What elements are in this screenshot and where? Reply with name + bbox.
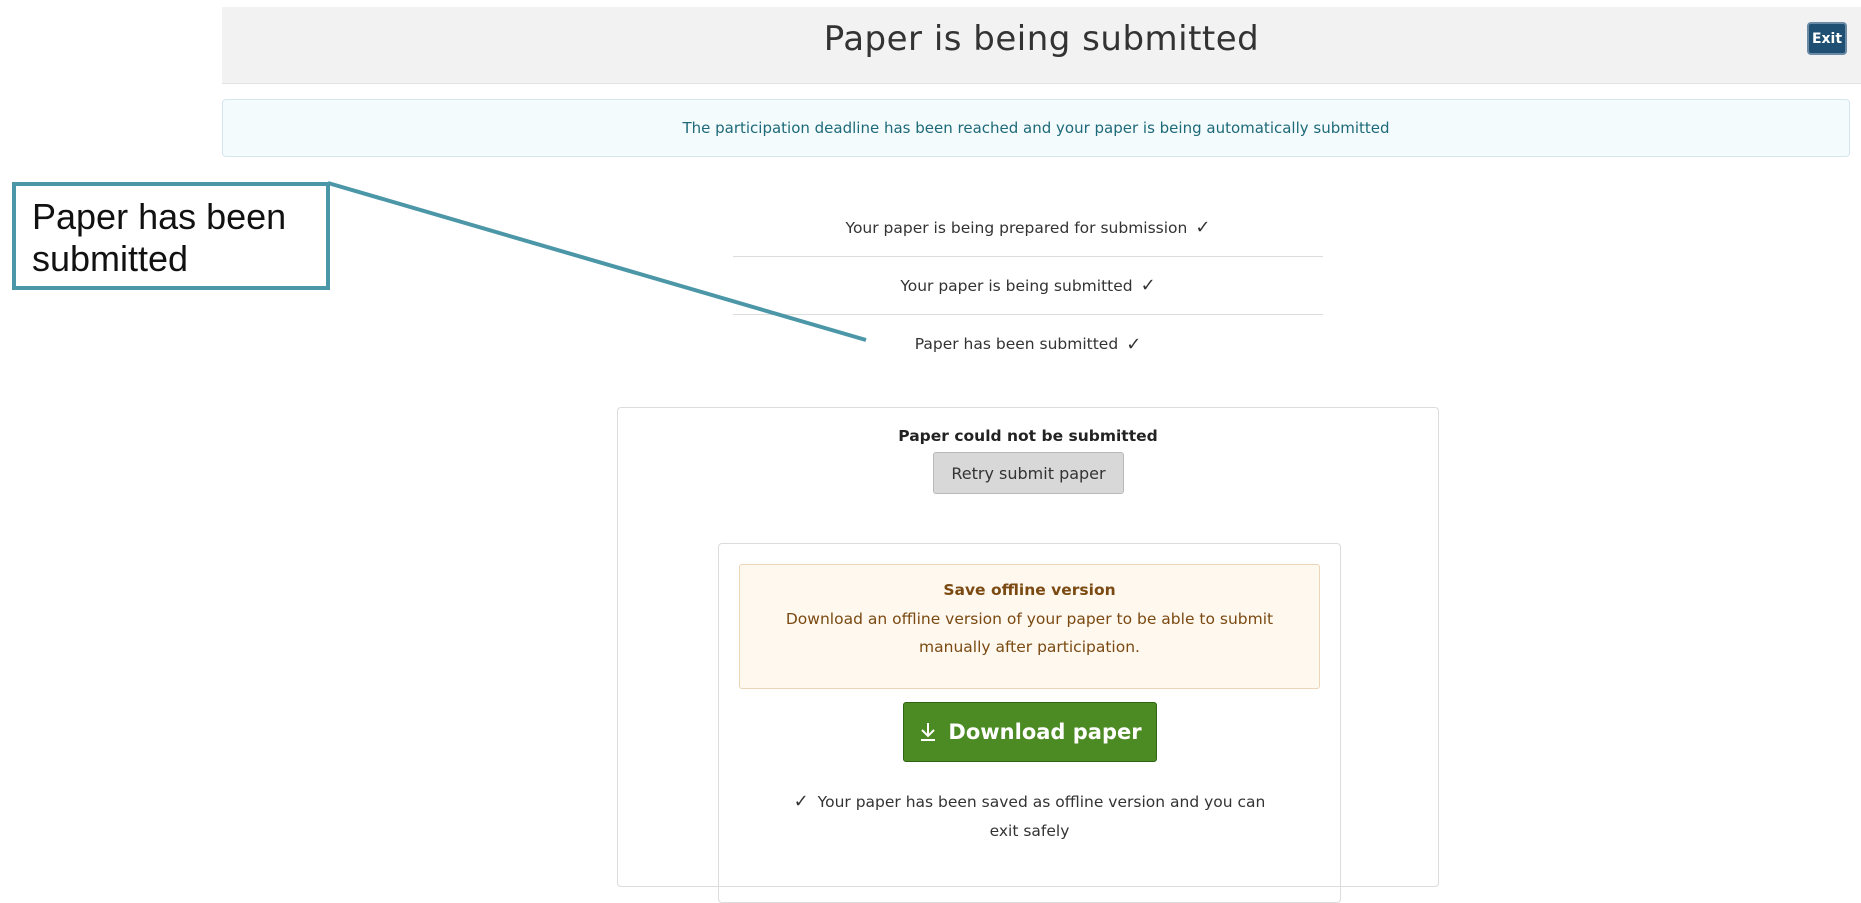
offline-saved-note: ✓ Your paper has been saved as offline v… bbox=[789, 787, 1270, 846]
step-submitting: Your paper is being submitted ✓ bbox=[733, 257, 1323, 315]
checkmark-icon: ✓ bbox=[793, 791, 809, 812]
step-label: Your paper is being prepared for submiss… bbox=[845, 218, 1188, 237]
checkmark-icon: ✓ bbox=[1126, 333, 1142, 355]
callout-line-2: submitted bbox=[32, 238, 189, 279]
deadline-banner: The participation deadline has been reac… bbox=[222, 99, 1850, 157]
callout-annotation: Paper has been submitted bbox=[12, 182, 330, 290]
step-submitted: Paper has been submitted ✓ bbox=[733, 315, 1323, 373]
offline-warning-text: Download an offline version of your pape… bbox=[785, 610, 1274, 656]
deadline-banner-text: The participation deadline has been reac… bbox=[682, 119, 1390, 137]
page-title: Paper is being submitted bbox=[823, 19, 1260, 59]
step-label: Your paper is being submitted bbox=[900, 276, 1133, 295]
download-paper-button[interactable]: Download paper bbox=[903, 702, 1157, 762]
exit-button[interactable]: Exit bbox=[1807, 22, 1847, 55]
step-label: Paper has been submitted bbox=[914, 335, 1119, 353]
checkmark-icon: ✓ bbox=[1140, 275, 1156, 296]
download-paper-label: Download paper bbox=[948, 720, 1142, 744]
page-header: Paper is being submitted Exit bbox=[222, 7, 1861, 84]
checkmark-icon: ✓ bbox=[1195, 217, 1211, 238]
retry-submit-button[interactable]: Retry submit paper bbox=[933, 452, 1124, 494]
submission-status-card: Paper could not be submitted Retry submi… bbox=[617, 407, 1439, 903]
callout-line-1: Paper has been bbox=[32, 196, 287, 237]
offline-warning-title: Save offline version bbox=[943, 581, 1116, 599]
offline-warning-box: Save offline version Download an offline… bbox=[739, 564, 1320, 689]
offline-version-panel: Save offline version Download an offline… bbox=[718, 543, 1341, 903]
submission-steps: Your paper is being prepared for submiss… bbox=[733, 199, 1323, 373]
step-prepare: Your paper is being prepared for submiss… bbox=[733, 199, 1323, 257]
download-icon bbox=[918, 721, 938, 743]
submission-error-title: Paper could not be submitted bbox=[898, 427, 1158, 445]
offline-saved-text: Your paper has been saved as offline ver… bbox=[817, 793, 1266, 840]
